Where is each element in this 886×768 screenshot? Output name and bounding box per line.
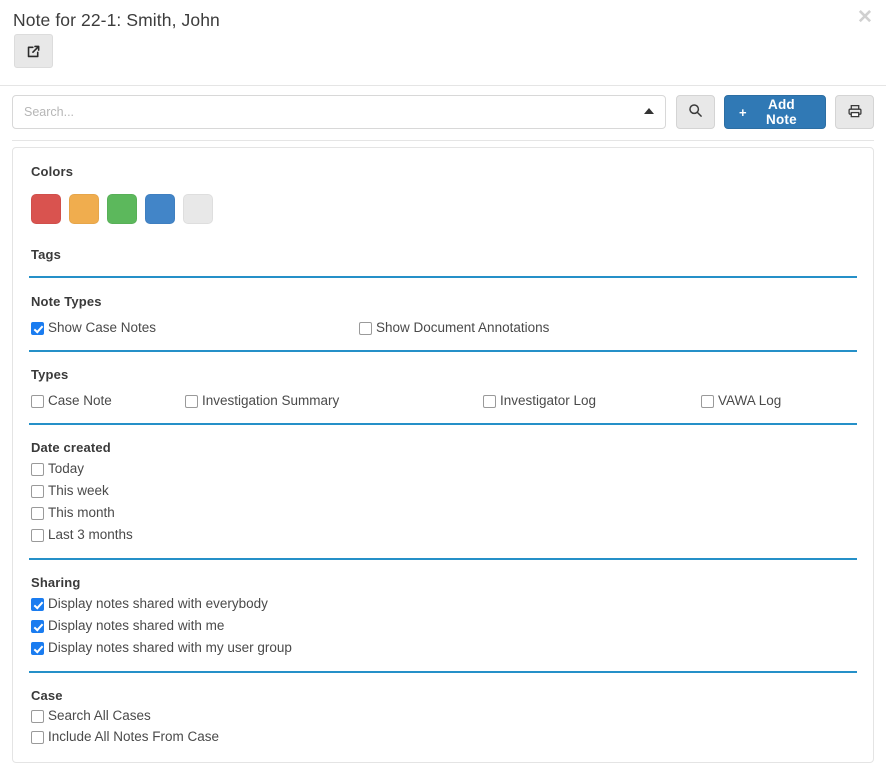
checkbox-row-include-all-notes-from-case[interactable]: Include All Notes From Case	[31, 729, 857, 745]
add-note-button[interactable]: + Add Note	[724, 95, 826, 129]
printer-icon	[847, 103, 863, 122]
types-title: Types	[31, 367, 857, 382]
label-shared-everybody[interactable]: Display notes shared with everybody	[48, 596, 268, 612]
types-options: Case Note Investigation Summary Investig…	[31, 386, 857, 409]
colors-section: Colors	[29, 160, 857, 224]
date-created-options: Today This week This month Last 3 months	[31, 461, 857, 543]
checkbox-last-3-months[interactable]	[31, 529, 44, 542]
color-swatch-gray[interactable]	[183, 194, 213, 224]
caret-up-icon[interactable]	[644, 108, 654, 114]
checkbox-row-last-3-months[interactable]: Last 3 months	[31, 527, 857, 543]
add-note-label: Add Note	[752, 97, 811, 127]
checkbox-shared-with-me[interactable]	[31, 620, 44, 633]
note-types-options: Show Case Notes Show Document Annotation…	[31, 313, 857, 336]
close-icon[interactable]: ✕	[854, 6, 876, 28]
color-swatch-list	[31, 194, 857, 224]
filters-panel: Colors Tags Note Types Show Case Notes S…	[12, 147, 874, 763]
label-search-all-cases[interactable]: Search All Cases	[48, 708, 151, 724]
checkbox-vawa-log[interactable]	[701, 395, 714, 408]
checkbox-shared-user-group[interactable]	[31, 642, 44, 655]
search-input[interactable]	[12, 95, 666, 129]
checkbox-show-case-notes[interactable]	[31, 322, 44, 335]
search-icon	[688, 103, 703, 121]
date-created-section: Date created Today This week This month …	[29, 425, 857, 558]
checkbox-investigator-log[interactable]	[483, 395, 496, 408]
color-swatch-blue[interactable]	[145, 194, 175, 224]
toolbar-separator	[12, 140, 874, 141]
checkbox-row-investigator-log[interactable]: Investigator Log	[483, 393, 701, 409]
checkbox-show-document-annotations[interactable]	[359, 322, 372, 335]
label-case-note[interactable]: Case Note	[48, 393, 112, 409]
checkbox-investigation-summary[interactable]	[185, 395, 198, 408]
checkbox-row-this-month[interactable]: This month	[31, 505, 857, 521]
checkbox-this-week[interactable]	[31, 485, 44, 498]
label-investigation-summary[interactable]: Investigation Summary	[202, 393, 339, 409]
checkbox-row-shared-everybody[interactable]: Display notes shared with everybody	[31, 596, 857, 612]
sharing-options: Display notes shared with everybody Disp…	[31, 596, 857, 656]
case-options: Search All Cases Include All Notes From …	[31, 708, 857, 745]
case-section: Case Search All Cases Include All Notes …	[29, 673, 857, 745]
checkbox-search-all-cases[interactable]	[31, 710, 44, 723]
sharing-section: Sharing Display notes shared with everyb…	[29, 560, 857, 671]
checkbox-row-show-document-annotations[interactable]: Show Document Annotations	[359, 320, 549, 336]
external-link-icon	[26, 44, 41, 59]
search-button[interactable]	[676, 95, 715, 129]
sharing-title: Sharing	[31, 575, 857, 590]
external-link-icon-button[interactable]	[14, 34, 53, 68]
notes-toolbar: + Add Note	[0, 86, 886, 140]
checkbox-row-search-all-cases[interactable]: Search All Cases	[31, 708, 857, 724]
checkbox-include-all-notes-from-case[interactable]	[31, 731, 44, 744]
tags-title: Tags	[31, 247, 857, 262]
label-shared-with-me[interactable]: Display notes shared with me	[48, 618, 224, 634]
note-types-section: Note Types Show Case Notes Show Document…	[29, 278, 857, 350]
color-swatch-orange[interactable]	[69, 194, 99, 224]
checkbox-row-investigation-summary[interactable]: Investigation Summary	[185, 393, 483, 409]
checkbox-row-case-note[interactable]: Case Note	[31, 393, 185, 409]
label-shared-user-group[interactable]: Display notes shared with my user group	[48, 640, 292, 656]
checkbox-case-note[interactable]	[31, 395, 44, 408]
label-show-case-notes[interactable]: Show Case Notes	[48, 320, 156, 336]
color-swatch-green[interactable]	[107, 194, 137, 224]
case-title: Case	[31, 688, 857, 703]
page-title: Note for 22-1: Smith, John	[13, 8, 220, 32]
note-types-title: Note Types	[31, 294, 857, 309]
label-this-week[interactable]: This week	[48, 483, 109, 499]
plus-icon: +	[739, 105, 747, 120]
label-today[interactable]: Today	[48, 461, 84, 477]
checkbox-row-vawa-log[interactable]: VAWA Log	[701, 393, 855, 409]
date-created-title: Date created	[31, 440, 857, 455]
checkbox-row-today[interactable]: Today	[31, 461, 857, 477]
checkbox-today[interactable]	[31, 463, 44, 476]
checkbox-row-shared-with-me[interactable]: Display notes shared with me	[31, 618, 857, 634]
label-this-month[interactable]: This month	[48, 505, 115, 521]
label-investigator-log[interactable]: Investigator Log	[500, 393, 596, 409]
tags-section: Tags	[29, 247, 857, 262]
label-vawa-log[interactable]: VAWA Log	[718, 393, 781, 409]
checkbox-this-month[interactable]	[31, 507, 44, 520]
checkbox-row-this-week[interactable]: This week	[31, 483, 857, 499]
colors-title: Colors	[31, 164, 857, 179]
search-field-wrapper	[12, 95, 666, 129]
checkbox-shared-everybody[interactable]	[31, 598, 44, 611]
modal-header: Note for 22-1: Smith, John ✕	[0, 0, 886, 86]
types-section: Types Case Note Investigation Summary In…	[29, 352, 857, 423]
checkbox-row-shared-user-group[interactable]: Display notes shared with my user group	[31, 640, 857, 656]
color-swatch-red[interactable]	[31, 194, 61, 224]
label-last-3-months[interactable]: Last 3 months	[48, 527, 133, 543]
print-button[interactable]	[835, 95, 874, 129]
label-show-document-annotations[interactable]: Show Document Annotations	[376, 320, 549, 336]
checkbox-row-show-case-notes[interactable]: Show Case Notes	[31, 320, 359, 336]
label-include-all-notes-from-case[interactable]: Include All Notes From Case	[48, 729, 219, 745]
